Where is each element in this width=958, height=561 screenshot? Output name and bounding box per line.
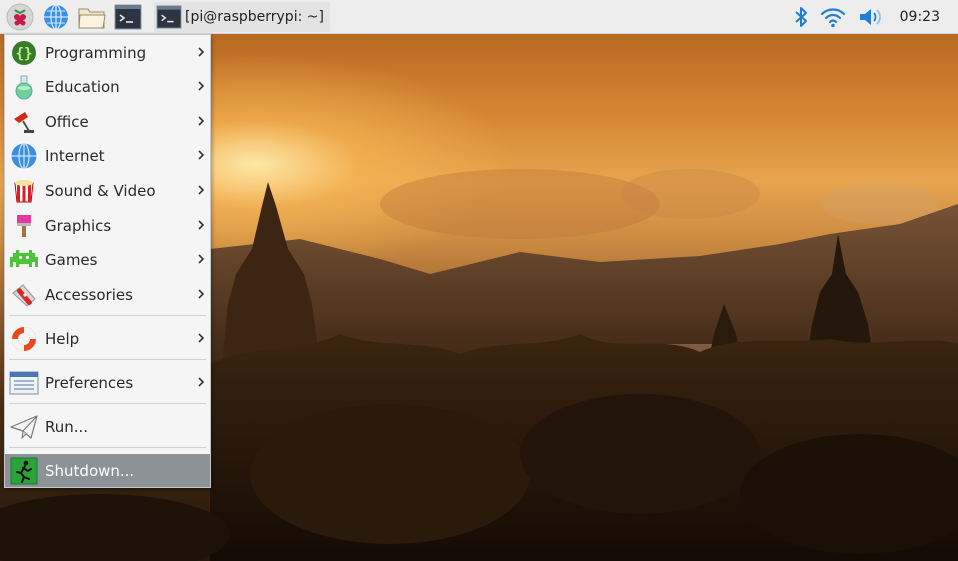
sound-video-icon (9, 176, 39, 206)
menu-item-shutdown[interactable]: Shutdown... (5, 454, 210, 487)
games-icon (9, 245, 39, 275)
menu-item-label: Preferences (45, 373, 134, 392)
menu-item-label: Education (45, 77, 120, 96)
submenu-arrow-icon (198, 254, 205, 264)
programming-icon: {} (9, 38, 39, 68)
menu-item-label: Games (45, 250, 98, 269)
wifi-icon (820, 7, 845, 27)
preferences-icon (9, 368, 39, 398)
menu-item-run[interactable]: Run... (5, 410, 210, 443)
volume-button[interactable] (858, 7, 884, 27)
menu-separator (9, 315, 206, 316)
application-menu: {} Programming Education Office Internet… (4, 34, 211, 488)
help-icon (9, 324, 39, 354)
taskbar-terminal-window[interactable]: [pi@raspberrypi: ~] (154, 1, 330, 32)
submenu-arrow-icon (198, 81, 205, 91)
submenu-arrow-icon (198, 289, 205, 299)
menu-item-help[interactable]: Help (5, 322, 210, 355)
file-manager-button[interactable] (76, 1, 108, 33)
menu-item-label: Graphics (45, 216, 112, 235)
menu-item-office[interactable]: Office (5, 105, 210, 138)
shutdown-icon (9, 456, 39, 486)
top-panel: [pi@raspberrypi: ~] 09:23 (0, 0, 958, 34)
accessories-icon (9, 280, 39, 310)
web-browser-button[interactable] (40, 1, 72, 33)
submenu-arrow-icon (198, 47, 205, 57)
menu-item-education[interactable]: Education (5, 70, 210, 103)
submenu-arrow-icon (198, 220, 205, 230)
menu-item-label: Office (45, 112, 89, 131)
menu-item-preferences[interactable]: Preferences (5, 366, 210, 399)
svg-text:{}: {} (16, 46, 33, 62)
office-icon (9, 107, 39, 137)
clock[interactable]: 09:23 (900, 9, 940, 25)
submenu-arrow-icon (198, 333, 205, 343)
wifi-button[interactable] (820, 6, 846, 28)
run-icon (9, 412, 39, 442)
menu-item-accessories[interactable]: Accessories (5, 278, 210, 311)
system-tray: 09:23 (782, 0, 958, 34)
menu-item-label: Help (45, 329, 80, 348)
submenu-arrow-icon (198, 150, 205, 160)
bluetooth-button[interactable] (794, 6, 808, 28)
file-manager-icon (78, 8, 106, 28)
submenu-arrow-icon (198, 377, 205, 387)
taskbar-window-title: [pi@raspberrypi: ~] (185, 8, 324, 25)
education-icon (9, 72, 39, 102)
menu-item-internet[interactable]: Internet (5, 139, 210, 172)
volume-icon (859, 8, 881, 25)
terminal-launcher-button[interactable] (112, 1, 144, 33)
menu-item-graphics[interactable]: Graphics (5, 209, 210, 242)
menu-item-label: Run... (45, 417, 89, 436)
menu-separator (9, 447, 206, 448)
raspberry-menu-button[interactable] (4, 1, 36, 33)
raspberry-menu-icon (6, 3, 34, 30)
menu-item-label: Programming (45, 43, 147, 62)
menu-separator (9, 359, 206, 360)
menu-separator (9, 403, 206, 404)
menu-item-sound-video[interactable]: Sound & Video (5, 174, 210, 207)
menu-item-label: Accessories (45, 285, 133, 304)
menu-item-games[interactable]: Games (5, 243, 210, 276)
terminal-icon (114, 4, 142, 29)
menu-item-label: Internet (45, 146, 105, 165)
internet-icon (9, 141, 39, 171)
menu-item-programming[interactable]: {} Programming (5, 36, 210, 69)
graphics-icon (9, 211, 39, 241)
web-browser-icon (44, 3, 68, 30)
menu-item-label: Shutdown... (45, 461, 135, 480)
terminal-icon (156, 4, 182, 29)
submenu-arrow-icon (198, 116, 205, 126)
bluetooth-icon (794, 6, 807, 27)
menu-item-label: Sound & Video (45, 181, 156, 200)
submenu-arrow-icon (198, 185, 205, 195)
